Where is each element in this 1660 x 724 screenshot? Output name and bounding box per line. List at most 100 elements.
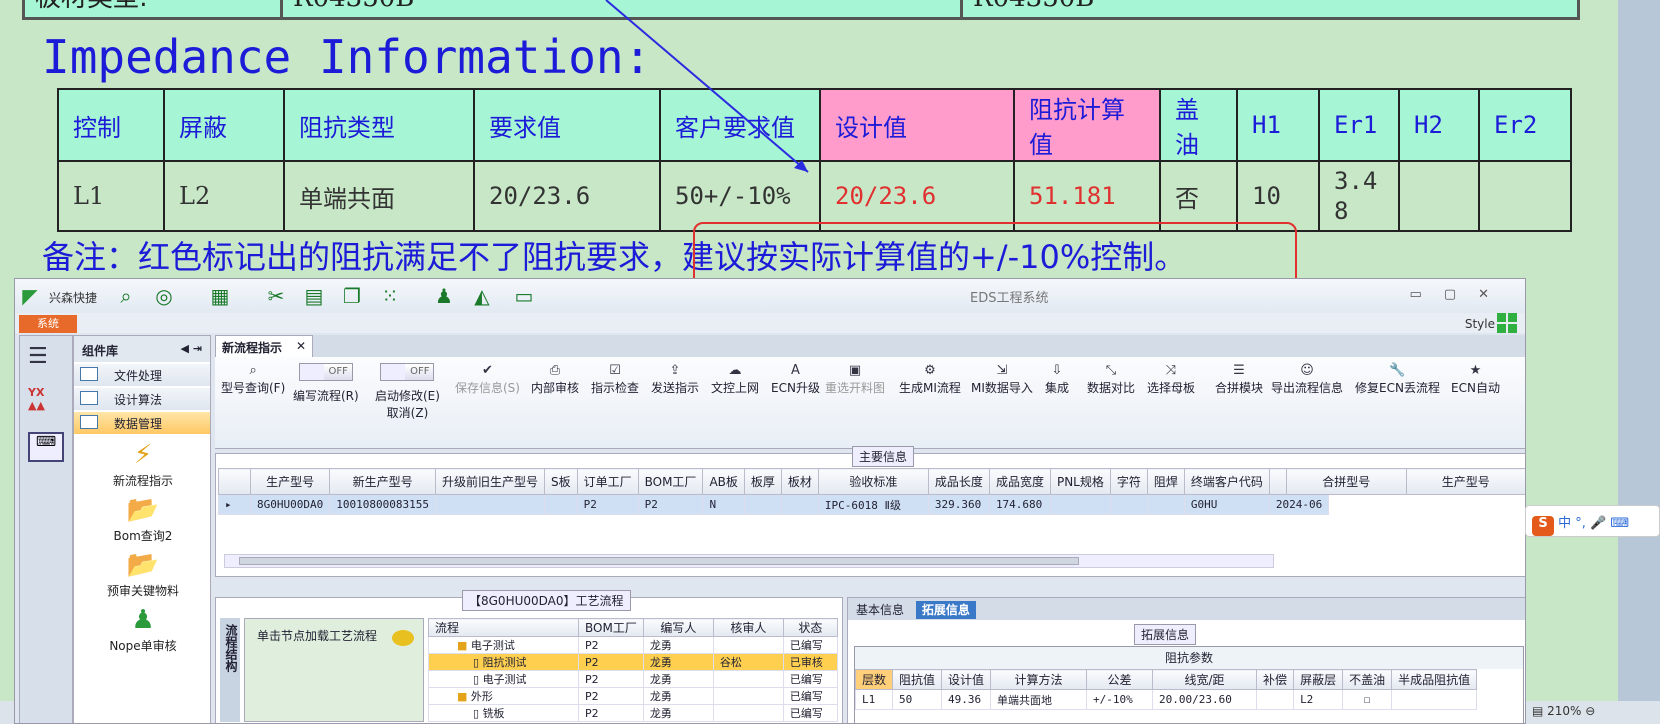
column-header[interactable]: 不盖油: [1342, 669, 1393, 690]
cell[interactable]: N: [702, 494, 745, 515]
cell[interactable]: 单端共面地: [990, 689, 1088, 710]
cell[interactable]: [1109, 494, 1148, 515]
user-icon[interactable]: ♟: [433, 285, 455, 307]
cell[interactable]: 10010800083155: [329, 494, 436, 515]
column-header[interactable]: 板厚: [743, 468, 782, 495]
repair-ecn-button[interactable]: 🔧 修复ECN丢流程: [1355, 363, 1440, 396]
cell[interactable]: 8G0HU00DA0: [249, 494, 331, 515]
column-header[interactable]: 屏蔽层: [1293, 669, 1344, 690]
new-flow-item[interactable]: ⚡ 新流程指示: [74, 440, 212, 489]
column-header[interactable]: 验收标准: [817, 468, 929, 495]
table-row[interactable]: L1 50 49.36 单端共面地 +/-10% 20.00/23.60 L2 …: [854, 689, 1478, 710]
cell[interactable]: +/-10%: [1086, 689, 1154, 710]
column-header[interactable]: 流程: [428, 618, 579, 637]
ecn-upgrade-button[interactable]: A ECN升级: [771, 363, 820, 396]
column-header[interactable]: 线宽/距: [1152, 669, 1258, 690]
ecn-auto-button[interactable]: ★ ECN自动: [1451, 363, 1500, 396]
send-instruction-button[interactable]: ⇪ 发送指示: [651, 363, 699, 396]
column-header[interactable]: 板材: [780, 468, 819, 495]
scroll-thumb[interactable]: [239, 557, 1079, 565]
document-scrollbar[interactable]: [1618, 0, 1660, 724]
cell[interactable]: P2: [637, 494, 704, 515]
chart-icon[interactable]: ◭: [471, 285, 493, 307]
instruction-check-button[interactable]: ☑ 指示检查: [591, 363, 639, 396]
column-header[interactable]: 状态: [782, 618, 838, 637]
cell[interactable]: 50: [892, 689, 943, 710]
tab-basic-info[interactable]: 基本信息: [856, 603, 904, 617]
monitor-icon[interactable]: ▭: [513, 285, 535, 307]
yx-module-icon[interactable]: YX ▲▲: [28, 386, 64, 418]
merge-module-button[interactable]: ☰ 合拼模块: [1215, 363, 1263, 396]
reselect-cutting-button[interactable]: ▣ 重选开料图: [825, 363, 885, 396]
data-compare-button[interactable]: ⤡ 数据对比: [1087, 363, 1135, 396]
column-header[interactable]: S板: [543, 468, 578, 495]
lib-item-data[interactable]: 数据管理: [74, 412, 210, 434]
tree-row[interactable]: ▯ 电子测试 P2 龙勇 已编写: [428, 670, 838, 688]
column-header[interactable]: 计算方法: [990, 669, 1088, 690]
column-header[interactable]: 成品宽度: [988, 468, 1051, 495]
internal-review-button[interactable]: ⎙ 内部审核: [531, 363, 579, 396]
doc-upload-button[interactable]: ☁ 文控上网: [711, 363, 759, 396]
film-icon[interactable]: ▤: [303, 285, 325, 307]
export-flow-button[interactable]: ☺ 导出流程信息: [1271, 363, 1343, 396]
column-header[interactable]: 生产型号: [1405, 468, 1525, 495]
column-header[interactable]: 阻抗值: [892, 669, 943, 690]
cell[interactable]: L2: [1293, 689, 1344, 710]
window-controls[interactable]: ▭▢✕: [1410, 287, 1511, 302]
close-icon[interactable]: ✕: [296, 339, 306, 353]
column-header[interactable]: 字符: [1109, 468, 1148, 495]
column-header[interactable]: 阻焊: [1146, 468, 1185, 495]
ime-toolbar[interactable]: S 中 °, 🎤 ⌨: [1525, 505, 1660, 537]
column-header[interactable]: 半成品阻抗值: [1391, 669, 1478, 690]
column-header[interactable]: AB板: [702, 468, 745, 495]
edit-flow-toggle[interactable]: OFF 编写流程(R): [293, 363, 359, 404]
tree-row[interactable]: ▯ 铣板 P2 龙勇 已编写: [428, 704, 838, 722]
column-header[interactable]: PNL规格: [1049, 468, 1111, 495]
copy-icon[interactable]: ❐: [341, 285, 363, 307]
cell[interactable]: IPC-6018 Ⅱ级: [817, 494, 929, 515]
tab-new-flow[interactable]: 新流程指示 ✕: [215, 335, 313, 357]
cell[interactable]: 329.360: [927, 494, 990, 515]
column-header[interactable]: 成品长度: [927, 468, 990, 495]
no-cover-oil-checkbox[interactable]: ☐: [1342, 689, 1393, 710]
save-info-button[interactable]: ✔ 保存信息(S): [455, 363, 520, 396]
lib-item-file[interactable]: 文件处理: [74, 364, 210, 386]
flow-structure-tab[interactable]: 流程结构: [220, 618, 240, 722]
calculator-icon[interactable]: ⌨: [28, 432, 64, 462]
tree-row[interactable]: ■ 外形 P2 龙勇 已编写: [428, 687, 838, 705]
key-material-item[interactable]: 📂 预审关键物料: [74, 550, 212, 599]
cell[interactable]: 2024-06: [1268, 494, 1330, 515]
menu-icon[interactable]: ☰: [28, 344, 48, 369]
tab-extended-info[interactable]: 拓展信息: [915, 601, 976, 619]
column-header[interactable]: 订单工厂: [576, 468, 639, 495]
column-header[interactable]: BOM工厂: [637, 468, 704, 495]
select-mother-board-button[interactable]: ⤨ 选择母板: [1147, 363, 1195, 396]
cell[interactable]: [1391, 689, 1478, 710]
cell[interactable]: [1146, 494, 1185, 515]
column-header[interactable]: 新生产型号: [329, 468, 436, 495]
tree-row[interactable]: ■ 电子测试 P2 龙勇 已编写: [428, 636, 838, 654]
apps-icon[interactable]: ⁙: [379, 285, 401, 307]
cell[interactable]: G0HU: [1183, 494, 1270, 515]
column-header[interactable]: 补偿: [1256, 669, 1295, 690]
cell[interactable]: L1: [854, 689, 894, 710]
cell[interactable]: P2: [576, 494, 639, 515]
cell[interactable]: [780, 494, 819, 515]
lifebuoy-icon[interactable]: ◎: [153, 285, 175, 307]
cell[interactable]: 174.680: [988, 494, 1051, 515]
column-header[interactable]: 终端客户代码: [1183, 468, 1270, 495]
model-query-button[interactable]: ⌕ 型号查询(F): [221, 363, 285, 396]
cell[interactable]: [743, 494, 782, 515]
column-header[interactable]: 升级前旧生产型号: [434, 468, 545, 495]
table-row[interactable]: ▸ 8G0HU00DA0 10010800083155 P2 P2 N IPC-…: [218, 494, 1330, 515]
start-modify-toggle[interactable]: OFF 启动修改(E) 取消(Z): [375, 363, 440, 421]
column-header[interactable]: 设计值: [941, 669, 992, 690]
lib-item-design[interactable]: 设计算法: [74, 388, 210, 410]
column-header[interactable]: 合拼型号: [1286, 468, 1407, 495]
generate-mi-button[interactable]: ⚙ 生成MI流程: [899, 363, 961, 396]
horizontal-scrollbar[interactable]: [224, 554, 1274, 568]
grid-icon[interactable]: ▦: [209, 285, 231, 307]
cell[interactable]: 49.36: [941, 689, 992, 710]
column-header[interactable]: 公差: [1086, 669, 1154, 690]
cell[interactable]: [543, 494, 578, 515]
